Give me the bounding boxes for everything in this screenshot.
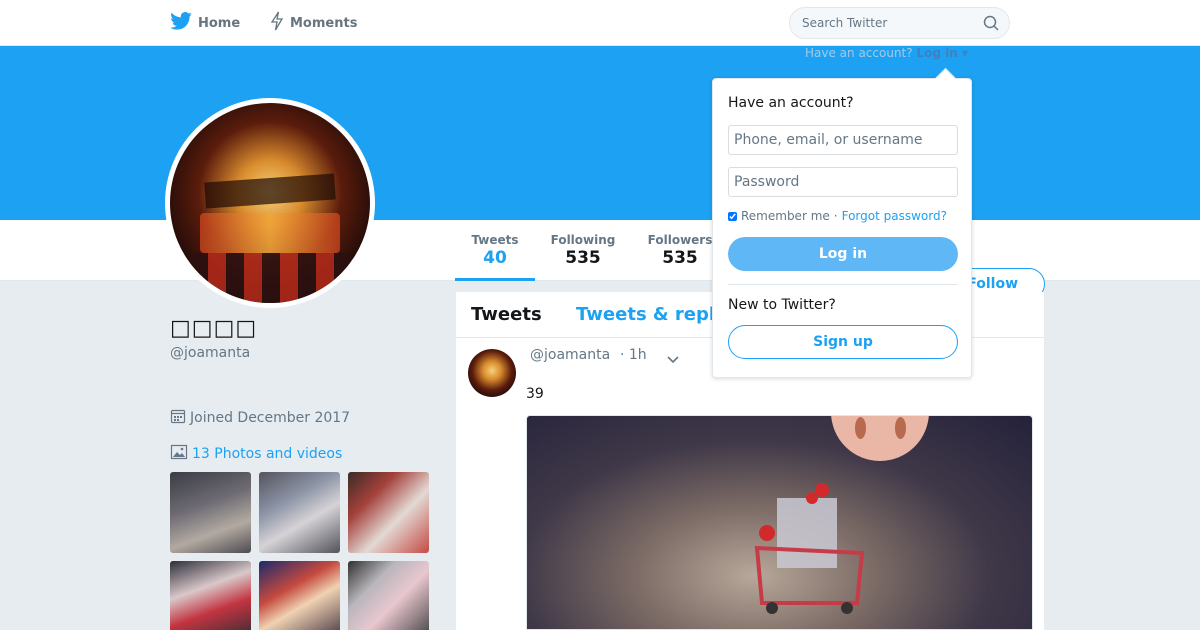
search-icon[interactable] bbox=[983, 15, 999, 35]
calendar-icon bbox=[170, 408, 190, 428]
tweet-handle[interactable]: @joamanta bbox=[530, 347, 610, 363]
profile-avatar[interactable] bbox=[165, 98, 375, 308]
photo-thumbnail[interactable] bbox=[348, 472, 429, 553]
media-sticker bbox=[831, 416, 929, 461]
password-field[interactable] bbox=[728, 167, 958, 197]
top-navigation: Home Moments bbox=[0, 0, 1200, 46]
tweet-timestamp[interactable]: · 1h bbox=[620, 347, 647, 363]
new-to-twitter-label: New to Twitter? bbox=[728, 297, 836, 313]
username-field[interactable] bbox=[728, 125, 958, 155]
stat-followers[interactable]: Followers 535 bbox=[645, 220, 715, 281]
stat-value: 535 bbox=[662, 248, 698, 268]
joined-text: Joined December 2017 bbox=[190, 410, 351, 426]
photos-videos-link[interactable]: 13 Photos and videos bbox=[170, 444, 342, 464]
search-box bbox=[789, 7, 1010, 39]
have-account-prompt: Have an account? Log in ▾ bbox=[805, 46, 968, 60]
avatar-image bbox=[170, 103, 370, 303]
photo-thumbnail[interactable] bbox=[348, 561, 429, 630]
profile-handle[interactable]: @joamanta bbox=[170, 345, 250, 361]
tab-tweets[interactable]: Tweets bbox=[471, 304, 542, 325]
stat-value: 40 bbox=[483, 248, 507, 268]
stat-value: 535 bbox=[565, 248, 601, 268]
nav-moments[interactable]: Moments bbox=[270, 0, 357, 46]
stat-label: Following bbox=[550, 233, 616, 247]
search-input[interactable] bbox=[790, 8, 970, 38]
media-cart-shape bbox=[754, 483, 865, 614]
remember-me-checkbox[interactable] bbox=[728, 211, 737, 221]
photo-thumbnail[interactable] bbox=[259, 472, 340, 553]
nav-moments-label: Moments bbox=[290, 15, 358, 31]
remember-row: Remember me · Forgot password? bbox=[728, 209, 947, 223]
forgot-password-link[interactable]: Forgot password? bbox=[842, 209, 947, 223]
stat-following[interactable]: Following 535 bbox=[545, 220, 621, 281]
avatar-decoration bbox=[204, 173, 336, 209]
remember-me-label[interactable]: Remember me bbox=[741, 209, 830, 223]
stat-label: Followers bbox=[647, 233, 713, 247]
login-dropdown-title: Have an account? bbox=[728, 95, 854, 111]
separator: · bbox=[833, 209, 838, 223]
divider bbox=[728, 284, 958, 285]
photo-thumbnail[interactable] bbox=[259, 561, 340, 630]
tweet-text: 39 bbox=[526, 386, 544, 402]
signup-button[interactable]: Sign up bbox=[728, 325, 958, 359]
login-dropdown: Have an account? Remember me · Forgot pa… bbox=[712, 78, 972, 378]
tab-tweets-replies[interactable]: Tweets & repl bbox=[576, 304, 715, 325]
chevron-down-icon[interactable] bbox=[666, 350, 680, 369]
photo-thumbnail[interactable] bbox=[170, 472, 251, 553]
photo-thumbnail[interactable] bbox=[170, 561, 251, 630]
have-account-text: Have an account? bbox=[805, 46, 913, 60]
photos-link-label: 13 Photos and videos bbox=[192, 446, 343, 462]
tweet-avatar[interactable] bbox=[468, 349, 516, 397]
nav-home[interactable]: Home bbox=[170, 0, 240, 46]
tweet-media-image[interactable] bbox=[526, 415, 1033, 630]
nav-home-label: Home bbox=[198, 15, 241, 31]
stat-tweets[interactable]: Tweets 40 bbox=[455, 220, 535, 281]
joined-date: Joined December 2017 bbox=[170, 408, 350, 428]
photo-icon bbox=[170, 444, 192, 464]
stat-label: Tweets bbox=[471, 233, 519, 247]
moments-bolt-icon bbox=[270, 11, 290, 35]
twitter-bird-icon bbox=[170, 12, 198, 34]
profile-name: □□□□ bbox=[170, 316, 258, 341]
login-button[interactable]: Log in bbox=[728, 237, 958, 271]
login-dropdown-toggle[interactable]: Log in ▾ bbox=[916, 46, 968, 60]
